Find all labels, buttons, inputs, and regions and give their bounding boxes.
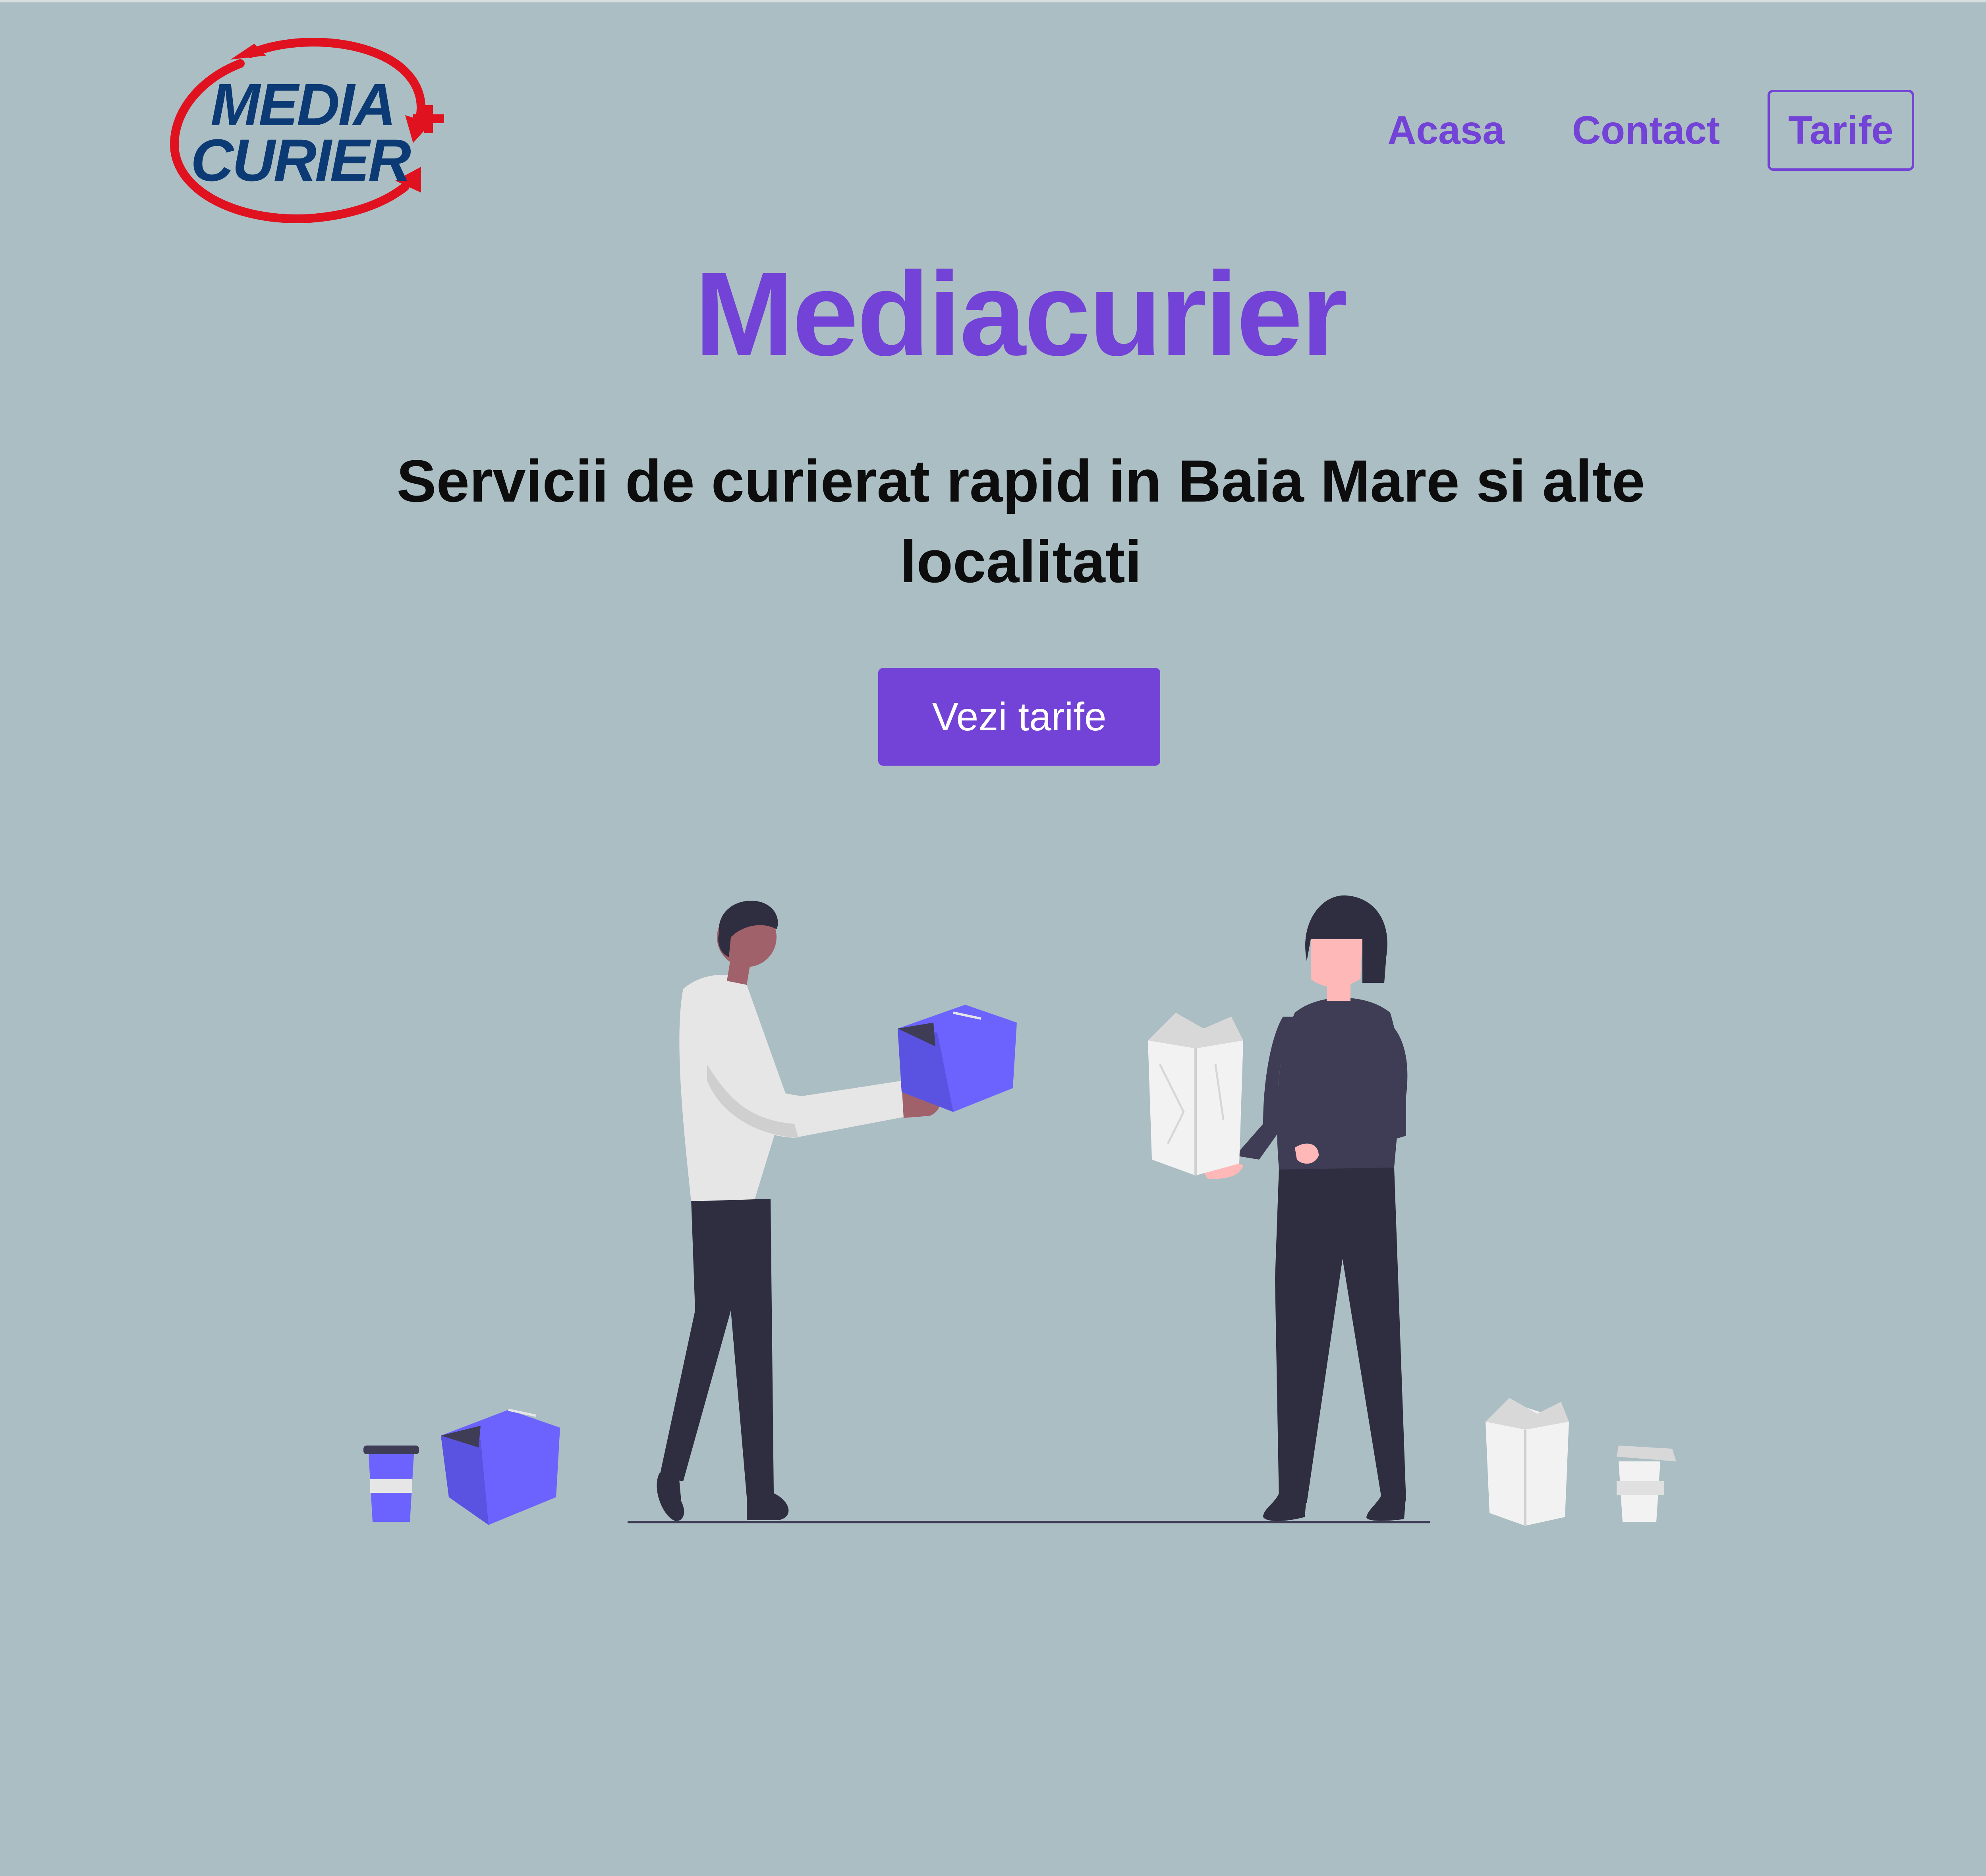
takeout-box-purple-icon — [898, 1005, 1017, 1112]
top-border — [0, 0, 1986, 2]
page-title: Mediacurier — [694, 247, 1348, 380]
nav-link-acasa[interactable]: Acasa — [1387, 110, 1505, 150]
hero-subtitle: Servicii de curierat rapid in Baia Mare … — [396, 448, 1645, 595]
takeout-box-purple-icon — [441, 1409, 560, 1525]
coffee-cup-purple-icon — [363, 1446, 419, 1522]
takeout-box-white-icon — [1486, 1398, 1569, 1526]
vezi-tarife-button[interactable]: Vezi tarife — [878, 668, 1160, 766]
delivery-people-illustration — [350, 842, 1700, 1537]
takeout-box-white-icon — [1148, 1013, 1243, 1175]
mediacurier-logo[interactable]: MEDIA CURIER — [167, 36, 453, 234]
man-figure — [657, 901, 941, 1521]
coffee-cup-white-icon — [1617, 1446, 1676, 1522]
logo-text-curier: CURIER — [191, 127, 411, 193]
nav-link-tarife[interactable]: Tarife — [1768, 90, 1914, 171]
main-nav: Acasa Contact Tarife — [1320, 90, 1914, 171]
woman-figure — [1204, 895, 1408, 1521]
nav-link-contact[interactable]: Contact — [1572, 110, 1720, 150]
